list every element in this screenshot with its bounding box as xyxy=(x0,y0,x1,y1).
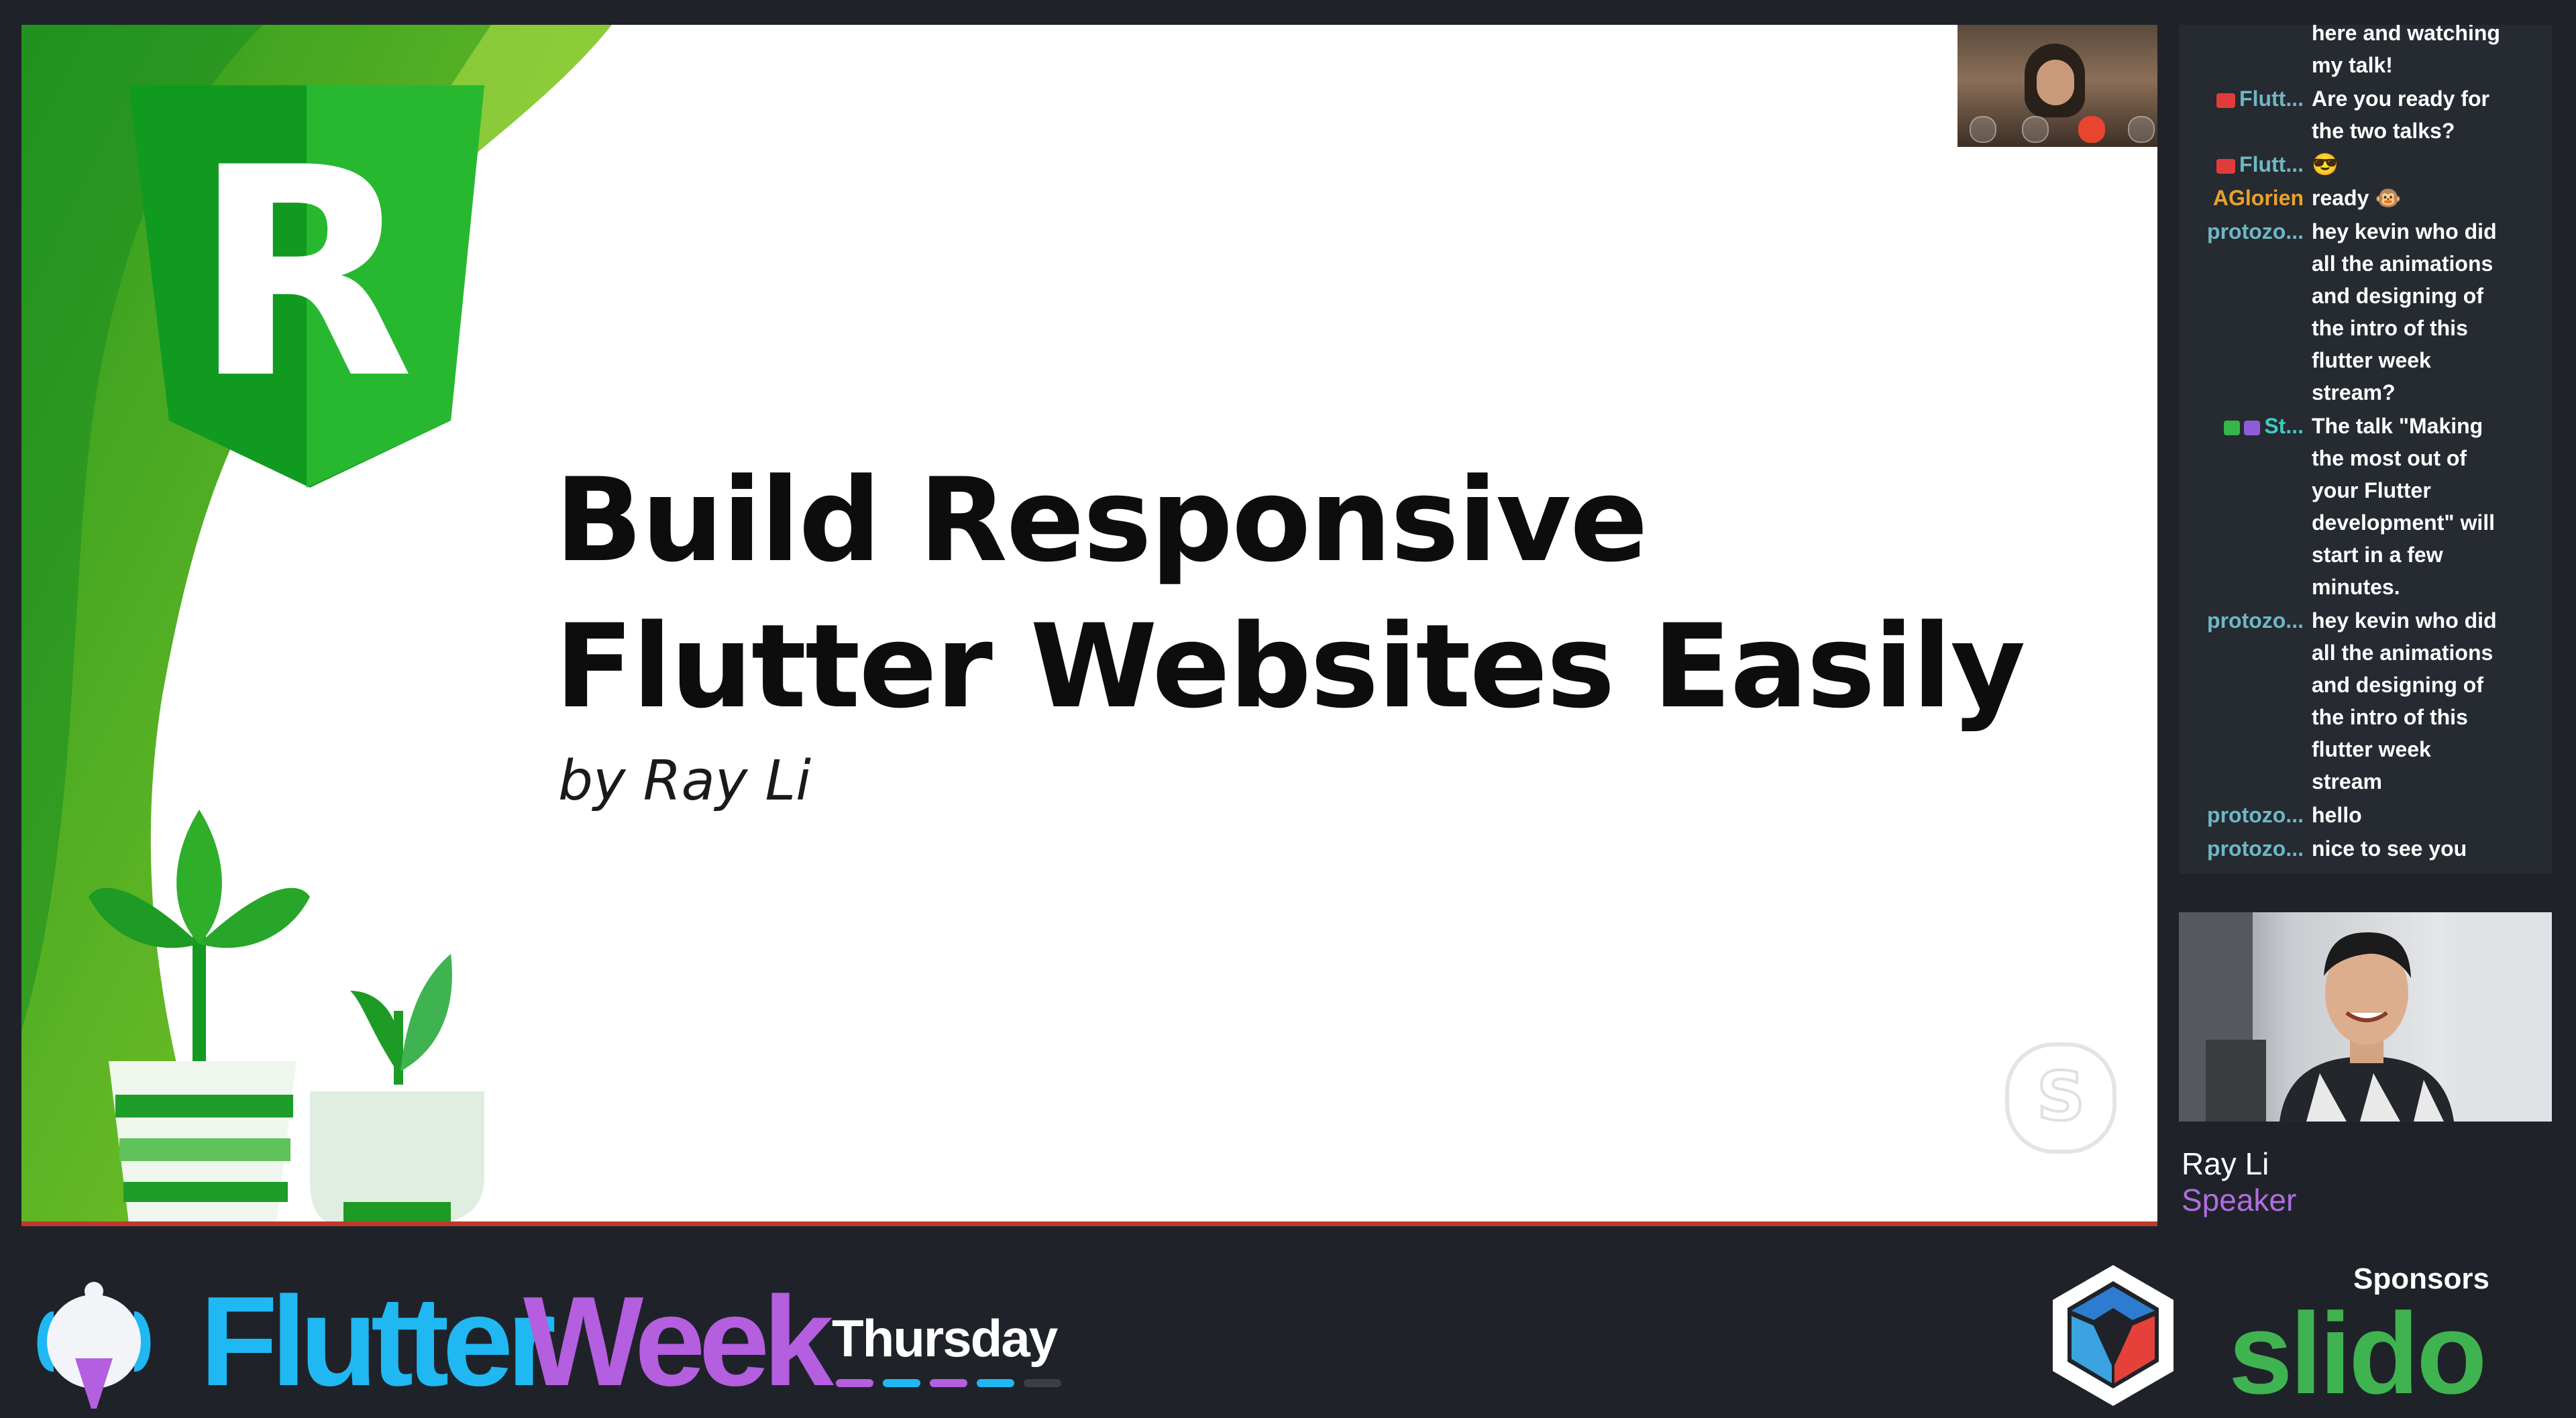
chat-message-line: hey kevin who did xyxy=(2312,608,2497,633)
chat-author-name: protozo... xyxy=(2207,803,2304,827)
sponsor-hexagon-logo xyxy=(2053,1265,2174,1406)
chat-message-line: flutter week xyxy=(2312,737,2431,761)
chat-message: protozo... hey kevin who did all the anima… xyxy=(2179,604,2552,798)
progress-dash xyxy=(930,1379,967,1387)
chat-message-line: hey kevin who did xyxy=(2312,219,2497,243)
hang-up-icon[interactable] xyxy=(2078,116,2105,143)
chat-message-line: the most out of xyxy=(2312,446,2467,470)
chat-author-name: AGlorien xyxy=(2212,186,2304,210)
slide-byline: by Ray Li xyxy=(558,749,811,813)
youtube-badge-icon xyxy=(2216,158,2236,174)
chat-author-name: protozo... xyxy=(2207,608,2304,633)
chat-message-text: nice to see you xyxy=(2312,832,2533,865)
progress-dash xyxy=(1024,1379,1061,1387)
chat-message: protozo... hello xyxy=(2179,799,2552,831)
chat-message-line: the intro of this xyxy=(2312,705,2468,729)
host-face xyxy=(2037,60,2074,105)
chat-message-line: here and watching xyxy=(2312,25,2500,45)
chat-author[interactable]: protozo... xyxy=(2207,215,2304,248)
chat-message-line: development" will xyxy=(2312,510,2495,535)
chat-author[interactable]: protozo... xyxy=(2207,832,2304,865)
svg-text:S: S xyxy=(2037,1057,2085,1136)
chat-message-line: stream xyxy=(2312,769,2382,794)
day-label: Thursday xyxy=(832,1309,1058,1368)
chat-message: AGlorien ready 🐵 xyxy=(2179,182,2552,214)
chat-message-line: all the animations xyxy=(2312,641,2493,665)
chat-message: here and watching my talk! xyxy=(2179,25,2552,81)
chat-message-text: hello xyxy=(2312,799,2533,831)
speaker-name: Ray Li xyxy=(2182,1146,2269,1181)
progress-dash xyxy=(836,1379,873,1387)
progress-dash xyxy=(977,1379,1014,1387)
chat-message-line: ready 🐵 xyxy=(2312,186,2402,210)
chat-author-name: protozo... xyxy=(2207,219,2304,243)
chat-message-text: ready 🐵 xyxy=(2312,182,2533,214)
skype-watermark-icon: S xyxy=(2005,1042,2116,1154)
chat-author-name: Flutt... xyxy=(2239,152,2304,176)
slide-title: Build Responsive Flutter Websites Easily xyxy=(555,447,2098,740)
sponsor-slido-logo: slido xyxy=(2229,1289,2487,1418)
chat-message-line: flutter week xyxy=(2312,348,2431,372)
chat-author[interactable]: Flutt... xyxy=(2216,148,2304,180)
chat-message: Flutt... 😎 xyxy=(2179,148,2552,180)
speaker-video-frame xyxy=(2179,912,2552,1122)
slide-title-line-1: Build Responsive xyxy=(555,453,1648,588)
presentation-slide: R Build Responsive Flutter Websites Easi… xyxy=(21,25,2157,1223)
chat-message-text: hey kevin who did all the animations and d… xyxy=(2312,215,2533,408)
chat-author[interactable]: Flutt... xyxy=(2216,83,2304,115)
chat-author[interactable]: AGlorien xyxy=(2213,182,2304,214)
chat-message-text: Are you ready for the two talks? xyxy=(2312,83,2533,147)
camera-icon[interactable] xyxy=(2022,116,2049,143)
progress-dash xyxy=(883,1379,920,1387)
chat-message-text: here and watching my talk! xyxy=(2312,25,2533,81)
live-chat-panel[interactable]: here and watching my talk! Flutt... Are you… xyxy=(2179,25,2552,874)
host-webcam-feed xyxy=(1957,25,2157,147)
chat-message-text: hey kevin who did all the animations and d… xyxy=(2312,604,2533,798)
chat-message-line: my talk! xyxy=(2312,53,2393,77)
chat-message-line: hello xyxy=(2312,803,2362,827)
chat-message-line: The talk "Making xyxy=(2312,414,2483,438)
chat-message: St... The talk "Making the most out of your… xyxy=(2179,410,2552,603)
chat-message-line: stream? xyxy=(2312,380,2396,404)
chat-author[interactable]: protozo... xyxy=(2207,604,2304,637)
slide-bottom-border xyxy=(21,1221,2157,1226)
mic-icon[interactable] xyxy=(1970,116,1996,143)
chat-message-line: your Flutter xyxy=(2312,478,2431,502)
chat-message-text: 😎 xyxy=(2312,148,2533,180)
moderator-badge-icon xyxy=(2224,420,2241,435)
mascot-logo-icon xyxy=(37,1282,151,1409)
chat-message-line: the two talks? xyxy=(2312,119,2455,143)
flutter-wordmark: Flutter xyxy=(200,1270,556,1413)
chat-author-name: Flutt... xyxy=(2239,87,2304,111)
chat-message-line: and designing of xyxy=(2312,284,2483,308)
week-wordmark: Week xyxy=(523,1270,834,1413)
popout-icon[interactable] xyxy=(2128,116,2155,143)
chat-message: protozo... nice to see you xyxy=(2179,832,2552,865)
chat-message-text: The talk "Making the most out of your Flut… xyxy=(2312,410,2533,603)
speaker-role: Speaker xyxy=(2182,1183,2297,1217)
chat-author-name: St... xyxy=(2264,414,2304,438)
chat-message-line: Are you ready for xyxy=(2312,87,2489,111)
chat-message-line: minutes. xyxy=(2312,575,2400,599)
chat-author[interactable]: protozo... xyxy=(2207,799,2304,831)
chat-message-line: and designing of xyxy=(2312,673,2483,697)
slide-title-line-2: Flutter Websites Easily xyxy=(555,599,2026,734)
chat-message-line: the intro of this xyxy=(2312,316,2468,340)
chat-message-line: 😎 xyxy=(2312,152,2339,176)
chat-message: Flutt... Are you ready for the two talks? xyxy=(2179,83,2552,147)
chat-author-name: protozo... xyxy=(2207,836,2304,861)
speaker-webcam-feed xyxy=(2179,912,2552,1122)
youtube-badge-icon xyxy=(2216,93,2236,108)
chat-author[interactable]: St... xyxy=(2224,410,2304,442)
chat-message: protozo... hey kevin who did all the anima… xyxy=(2179,215,2552,408)
chat-message-line: all the animations xyxy=(2312,252,2493,276)
chat-message-line: nice to see you xyxy=(2312,836,2467,861)
svg-text:R: R xyxy=(192,107,414,442)
chat-message-line: start in a few xyxy=(2312,543,2443,567)
verified-badge-icon xyxy=(2244,420,2261,435)
